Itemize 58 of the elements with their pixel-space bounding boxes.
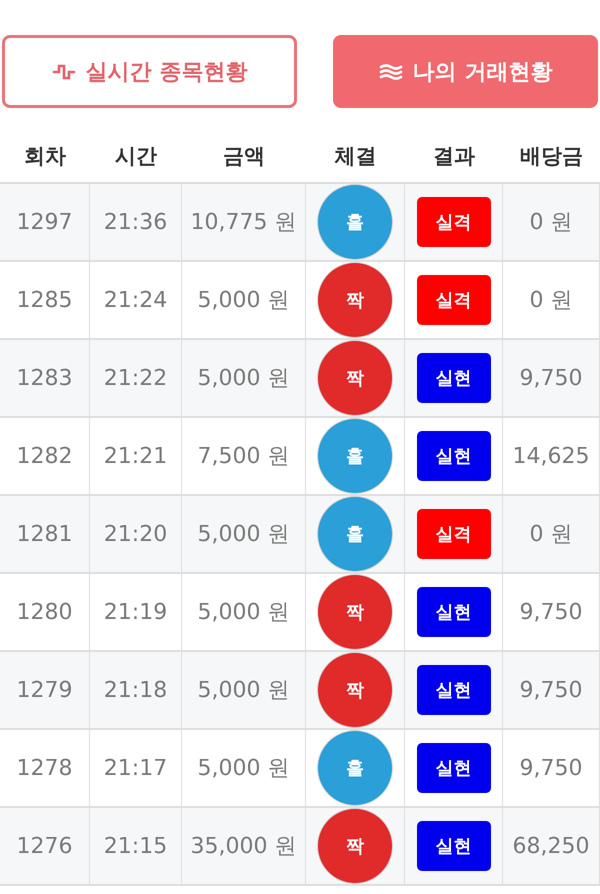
table-cell: 5,000 원 [182, 652, 306, 730]
pick-circle: 짝 [318, 341, 392, 415]
table-cell: 9,750 [503, 652, 600, 730]
waves-icon [378, 62, 403, 82]
table-cell: 1283 [0, 340, 90, 418]
pick-circle: 짝 [318, 263, 392, 337]
pick-circle: 홀 [318, 185, 392, 259]
table-cell: 0 원 [503, 184, 600, 262]
pick-circle: 짝 [318, 575, 392, 649]
table-cell: 1280 [0, 574, 90, 652]
table-cell: 7,500 원 [182, 418, 306, 496]
pick-circle: 홀 [318, 731, 392, 805]
table-cell: 1276 [0, 808, 90, 886]
table-cell: 10,775 원 [182, 184, 306, 262]
pick-circle: 짝 [318, 809, 392, 883]
table-cell: 0 원 [503, 496, 600, 574]
table-cell: 1285 [0, 262, 90, 340]
result-badge: 실현 [416, 821, 490, 871]
table-cell: 21:22 [90, 340, 182, 418]
table-cell: 5,000 원 [182, 262, 306, 340]
result-badge: 실현 [416, 431, 490, 481]
tab[interactable]: 실시간 종목현황 [2, 35, 297, 108]
table-cell: 1279 [0, 652, 90, 730]
result-badge: 실현 [416, 353, 490, 403]
table-cell: 5,000 원 [182, 496, 306, 574]
table-cell: 21:17 [90, 730, 182, 808]
table-cell: 21:21 [90, 418, 182, 496]
result-badge: 실현 [416, 743, 490, 793]
table-cell: 0 원 [503, 262, 600, 340]
result-badge: 실현 [416, 665, 490, 715]
table-cell: 1297 [0, 184, 90, 262]
result-badge: 실현 [416, 587, 490, 637]
result-badge: 실격 [416, 275, 490, 325]
table-cell: 5,000 원 [182, 574, 306, 652]
table-cell: 9,750 [503, 574, 600, 652]
table-cell: 9,750 [503, 730, 600, 808]
table-cell: 21:15 [90, 808, 182, 886]
table-cell: 1282 [0, 418, 90, 496]
result-badge: 실격 [416, 197, 490, 247]
result-badge: 실격 [416, 509, 490, 559]
pulse-icon [52, 62, 76, 82]
table-cell: 14,625 [503, 418, 600, 496]
pick-circle: 홀 [318, 419, 392, 493]
table-cell: 5,000 원 [182, 730, 306, 808]
table-cell: 21:24 [90, 262, 182, 340]
table-cell: 9,750 [503, 340, 600, 418]
table-cell: 1281 [0, 496, 90, 574]
table-cell: 68,250 [503, 808, 600, 886]
table-cell: 35,000 원 [182, 808, 306, 886]
table-cell: 5,000 원 [182, 340, 306, 418]
pick-circle: 홀 [318, 497, 392, 571]
pick-circle: 짝 [318, 653, 392, 727]
table-cell: 21:36 [90, 184, 182, 262]
table-cell: 21:18 [90, 652, 182, 730]
tab[interactable]: 나의 거래현황 [333, 35, 598, 108]
table-cell: 21:20 [90, 496, 182, 574]
table-cell: 1278 [0, 730, 90, 808]
table-cell: 21:19 [90, 574, 182, 652]
